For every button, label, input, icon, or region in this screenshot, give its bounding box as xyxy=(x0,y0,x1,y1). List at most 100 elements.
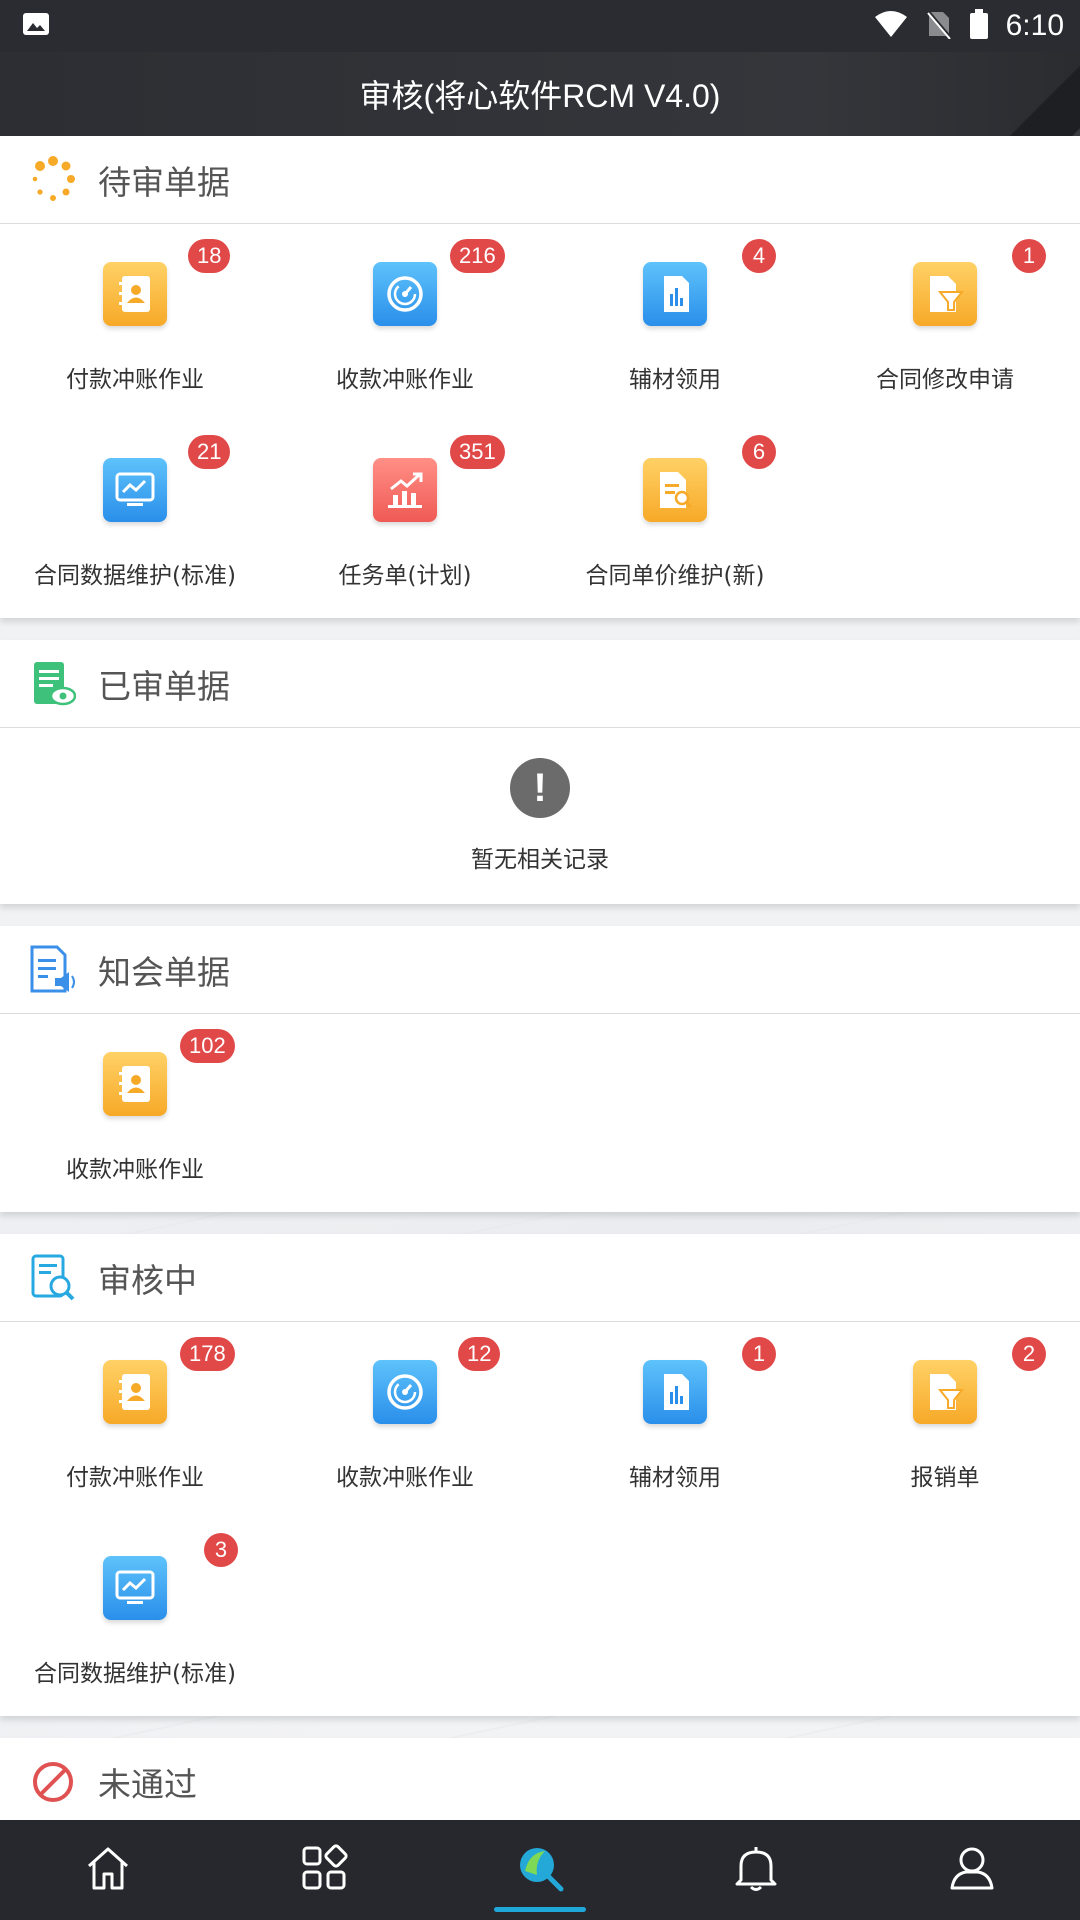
nav-notifications[interactable] xyxy=(648,1820,864,1920)
home-icon xyxy=(84,1844,132,1896)
item-grid: 178 付款冲账作业 12 收款冲账作业 1 辅材领用 2 报销单 3 合同数据… xyxy=(0,1322,1080,1716)
section-title: 已审单据 xyxy=(98,666,230,706)
list-search-icon xyxy=(28,1253,78,1303)
app-header: 审核(将心软件RCM V4.0) xyxy=(0,52,1080,136)
section-title: 未通过 xyxy=(98,1765,197,1804)
grid-item-receipt-offset[interactable]: 216 收款冲账作业 xyxy=(270,224,540,420)
document-filter-icon xyxy=(913,1360,977,1424)
section-header[interactable]: 待审单据 xyxy=(0,136,1080,224)
section-title: 知会单据 xyxy=(98,952,230,992)
item-label: 辅材领用 xyxy=(629,1465,721,1491)
grid-item-contract-price[interactable]: 6 合同单价维护(新) xyxy=(540,420,810,616)
section-header[interactable]: 知会单据 xyxy=(0,926,1080,1014)
count-badge: 6 xyxy=(742,435,776,469)
battery-icon xyxy=(969,9,988,43)
section-pending: 待审单据 18 付款冲账作业 216 收款冲账作业 4 辅材领用 1 合同修改申… xyxy=(0,136,1080,618)
contacts-book-icon xyxy=(103,1360,167,1424)
count-badge: 21 xyxy=(188,435,231,469)
section-in-review: 审核中 178 付款冲账作业 12 收款冲账作业 1 辅材领用 2 报销单 3 … xyxy=(0,1234,1080,1716)
document-speaker-icon xyxy=(28,945,78,995)
contacts-book-icon xyxy=(103,262,167,326)
count-badge: 18 xyxy=(188,239,231,273)
growth-chart-icon xyxy=(373,458,437,522)
count-badge: 102 xyxy=(180,1029,235,1063)
grid-item-receipt-offset[interactable]: 12 收款冲账作业 xyxy=(270,1322,540,1518)
section-header[interactable]: 未通过 xyxy=(0,1738,1080,1826)
list-eye-icon xyxy=(28,659,78,709)
grid-item-contract-change[interactable]: 1 合同修改申请 xyxy=(810,224,1080,420)
section-header[interactable]: 审核中 xyxy=(0,1234,1080,1322)
item-grid: 18 付款冲账作业 216 收款冲账作业 4 辅材领用 1 合同修改申请 21 … xyxy=(0,224,1080,618)
wifi-icon xyxy=(874,10,908,42)
section-reviewed: 已审单据 ! 暂无相关记录 xyxy=(0,640,1080,904)
grid-item-material-requisition[interactable]: 4 辅材领用 xyxy=(540,224,810,420)
item-label: 合同数据维护(标准) xyxy=(34,1661,236,1687)
nav-review[interactable] xyxy=(432,1820,648,1920)
apps-icon xyxy=(300,1844,348,1896)
count-badge: 1 xyxy=(1012,239,1046,273)
item-label: 辅材领用 xyxy=(629,367,721,393)
count-badge: 3 xyxy=(204,1533,238,1567)
bell-icon xyxy=(733,1844,779,1896)
empty-state-text: 暂无相关记录 xyxy=(471,847,609,873)
grid-item-contract-data-standard[interactable]: 3 合同数据维护(标准) xyxy=(0,1518,270,1714)
image-notification-icon xyxy=(22,12,50,40)
item-label: 付款冲账作业 xyxy=(66,367,204,393)
nav-profile[interactable] xyxy=(864,1820,1080,1920)
search-active-icon xyxy=(515,1843,565,1897)
nav-home[interactable] xyxy=(0,1820,216,1920)
grid-item-material-requisition[interactable]: 1 辅材领用 xyxy=(540,1322,810,1518)
section-title: 审核中 xyxy=(98,1260,197,1300)
item-label: 任务单(计划) xyxy=(338,563,472,589)
item-label: 合同修改申请 xyxy=(876,367,1014,393)
prohibited-icon xyxy=(28,1757,78,1807)
gauge-icon xyxy=(373,1360,437,1424)
nav-apps[interactable] xyxy=(216,1820,432,1920)
main-content: 待审单据 18 付款冲账作业 216 收款冲账作业 4 辅材领用 1 合同修改申… xyxy=(0,136,1080,1826)
grid-item-payment-offset[interactable]: 18 付款冲账作业 xyxy=(0,224,270,420)
item-label: 收款冲账作业 xyxy=(336,1465,474,1491)
grid-item-receipt-offset[interactable]: 102 收款冲账作业 xyxy=(0,1014,270,1210)
count-badge: 351 xyxy=(450,435,505,469)
active-tab-indicator xyxy=(494,1907,586,1912)
report-chart-icon xyxy=(643,262,707,326)
item-label: 付款冲账作业 xyxy=(66,1465,204,1491)
contacts-book-icon xyxy=(103,1052,167,1116)
monitor-trend-icon xyxy=(103,458,167,522)
status-time: 6:10 xyxy=(1005,9,1064,42)
no-sim-icon xyxy=(926,9,952,43)
count-badge: 4 xyxy=(742,239,776,273)
item-label: 收款冲账作业 xyxy=(336,367,474,393)
section-rejected: 未通过 xyxy=(0,1738,1080,1826)
count-badge: 12 xyxy=(458,1337,501,1371)
loading-dots-icon xyxy=(28,155,78,205)
report-chart-icon xyxy=(643,1360,707,1424)
count-badge: 1 xyxy=(742,1337,776,1371)
grid-item-expense-claim[interactable]: 2 报销单 xyxy=(810,1322,1080,1518)
item-label: 合同数据维护(标准) xyxy=(34,563,236,589)
user-icon xyxy=(948,1844,996,1896)
item-label: 收款冲账作业 xyxy=(66,1157,204,1183)
section-title: 待审单据 xyxy=(98,162,230,202)
item-label: 合同单价维护(新) xyxy=(585,563,765,589)
grid-item-contract-data-standard[interactable]: 21 合同数据维护(标准) xyxy=(0,420,270,616)
section-header[interactable]: 已审单据 xyxy=(0,640,1080,728)
empty-state: ! 暂无相关记录 xyxy=(0,728,1080,904)
item-label: 报销单 xyxy=(910,1465,980,1491)
item-grid: 102 收款冲账作业 xyxy=(0,1014,1080,1212)
monitor-trend-icon xyxy=(103,1556,167,1620)
document-search-icon xyxy=(643,458,707,522)
grid-item-payment-offset[interactable]: 178 付款冲账作业 xyxy=(0,1322,270,1518)
page-title: 审核(将心软件RCM V4.0) xyxy=(359,78,721,114)
status-bar: 6:10 xyxy=(0,0,1080,52)
gauge-icon xyxy=(373,262,437,326)
bottom-nav xyxy=(0,1820,1080,1920)
count-badge: 216 xyxy=(450,239,505,273)
document-filter-icon xyxy=(913,262,977,326)
exclamation-icon: ! xyxy=(510,758,570,818)
grid-item-task-plan[interactable]: 351 任务单(计划) xyxy=(270,420,540,616)
header-decoration xyxy=(990,52,1080,136)
count-badge: 2 xyxy=(1012,1337,1046,1371)
section-notified: 知会单据 102 收款冲账作业 xyxy=(0,926,1080,1212)
count-badge: 178 xyxy=(180,1337,235,1371)
